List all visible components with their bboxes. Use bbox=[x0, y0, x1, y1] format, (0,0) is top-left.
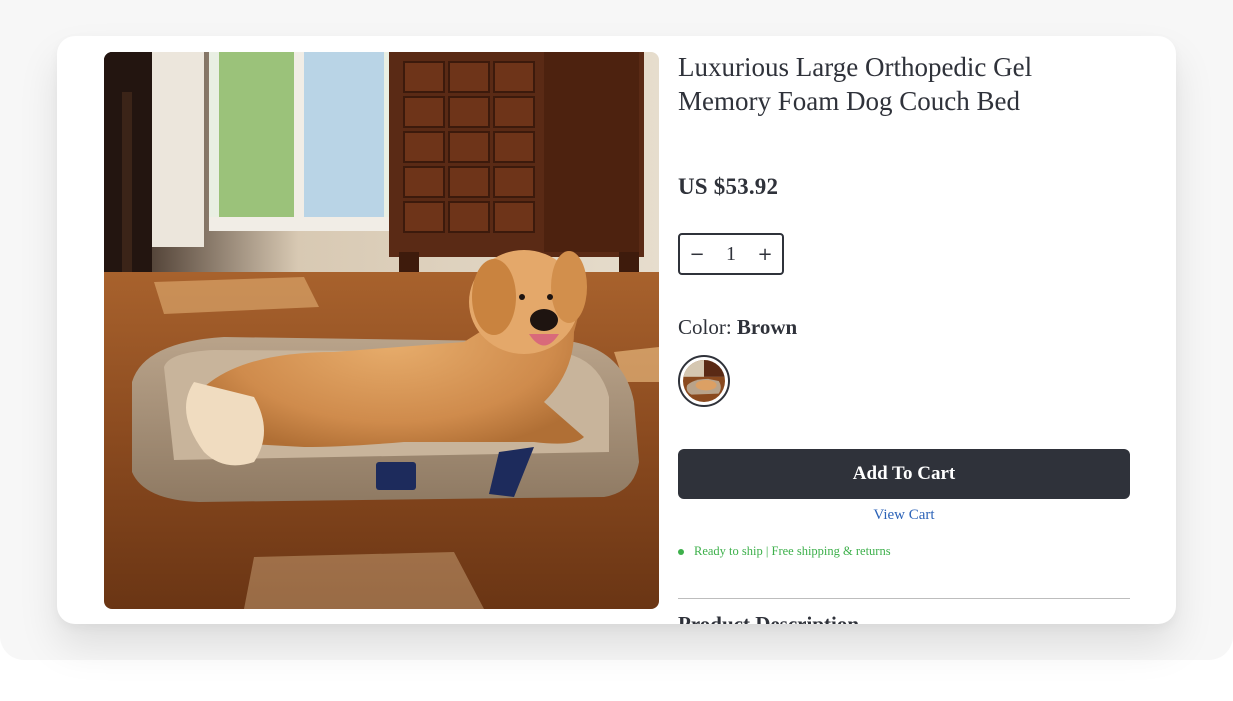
in-stock-dot-icon bbox=[678, 548, 684, 555]
shipping-status-text: Ready to ship | Free shipping & returns bbox=[694, 544, 891, 558]
product-image[interactable] bbox=[104, 52, 659, 609]
color-option-label: Color: Brown bbox=[678, 315, 797, 340]
product-price: US $53.92 bbox=[678, 174, 779, 199]
quantity-stepper: − 1 + bbox=[678, 233, 784, 275]
product-info: Luxurious Large Orthopedic Gel Memory Fo… bbox=[678, 36, 1130, 624]
add-to-cart-button[interactable]: Add To Cart bbox=[678, 449, 1130, 499]
product-photo-dog-on-bed bbox=[104, 52, 659, 609]
quantity-value[interactable]: 1 bbox=[714, 243, 748, 266]
selected-color-name: Brown bbox=[736, 315, 798, 339]
shipping-status: Ready to ship | Free shipping & returns bbox=[678, 544, 891, 559]
color-label-text: Color: bbox=[678, 315, 732, 339]
swatch-thumbnail-image bbox=[683, 360, 725, 402]
quantity-decrement-button[interactable]: − bbox=[680, 244, 714, 265]
section-divider bbox=[678, 598, 1130, 599]
quantity-increment-button[interactable]: + bbox=[748, 244, 782, 265]
color-swatch-brown[interactable] bbox=[678, 355, 730, 407]
product-card: Luxurious Large Orthopedic Gel Memory Fo… bbox=[57, 36, 1176, 624]
swatch-thumbnail bbox=[683, 360, 725, 402]
product-description-heading[interactable]: Product Description bbox=[678, 612, 859, 624]
product-title: Luxurious Large Orthopedic Gel Memory Fo… bbox=[678, 52, 1033, 116]
view-cart-link[interactable]: View Cart bbox=[678, 507, 1130, 524]
